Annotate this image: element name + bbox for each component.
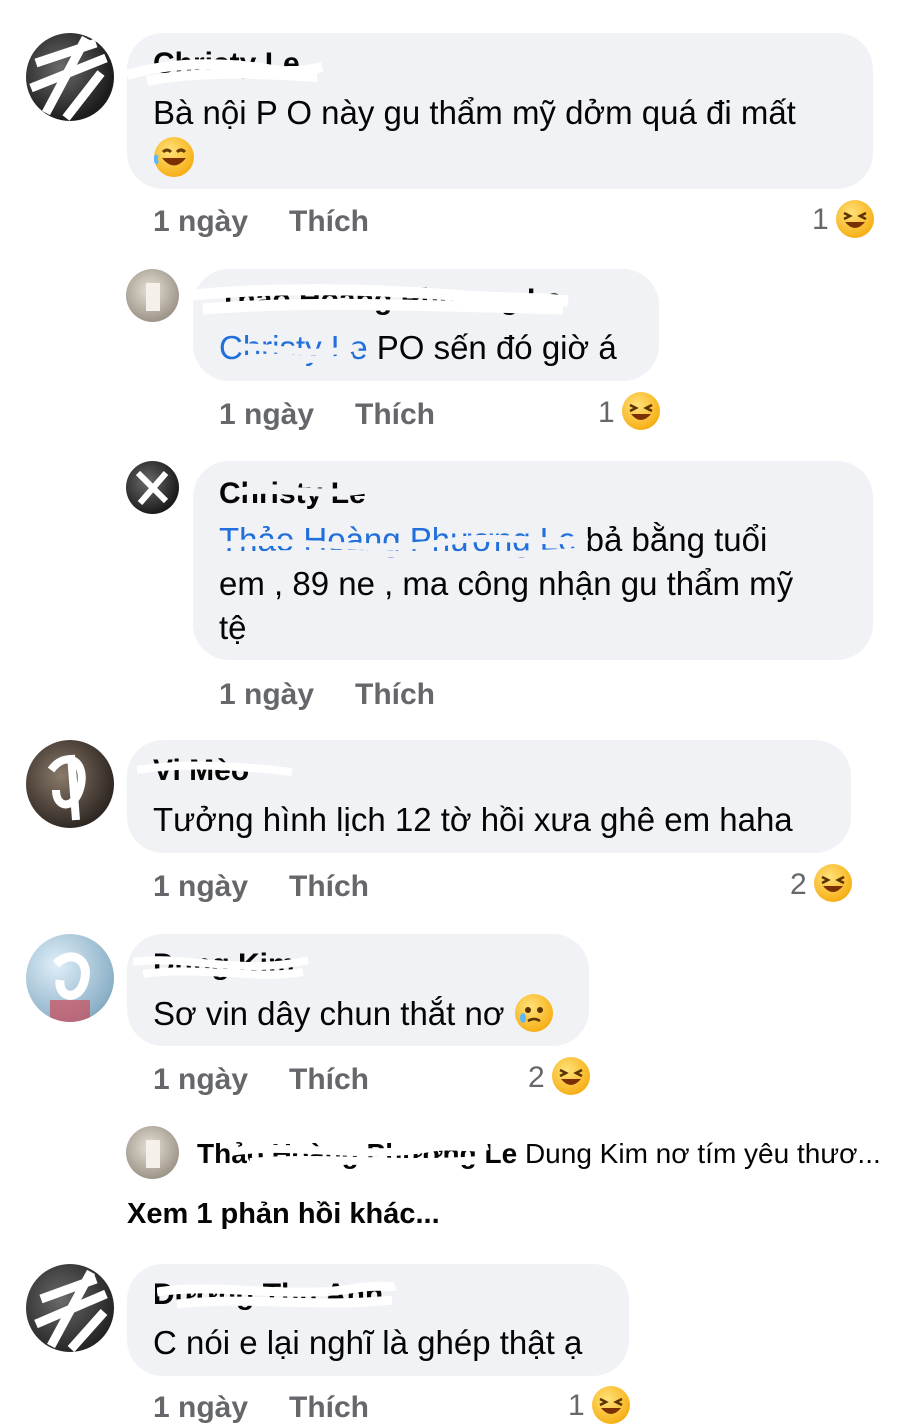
mention-link[interactable]: Christy Le: [219, 329, 368, 366]
comment-bubble[interactable]: Vi Mèo Tưởng hình lịch 12 tờ hồi xưa ghê…: [127, 740, 851, 853]
mention-link[interactable]: Thảo Hoàng Phương Le: [219, 521, 576, 558]
reaction-count[interactable]: 2: [790, 868, 807, 902]
comment-author[interactable]: Vi Mèo: [153, 754, 249, 788]
reaction-count[interactable]: 1: [812, 203, 829, 237]
like-button[interactable]: Thích: [289, 1063, 369, 1097]
reply-text: Thảo Hoàng Phương Le bả bằng tuổi em , 8…: [219, 521, 794, 646]
reaction-count[interactable]: 1: [598, 396, 615, 430]
laughing-emoji-icon[interactable]: [814, 864, 852, 902]
reaction-count[interactable]: 1: [568, 1389, 585, 1423]
comment-author[interactable]: Dương Thu Anh: [153, 1278, 383, 1312]
rolling-laughing-emoji-icon: [154, 137, 194, 177]
avatar[interactable]: [126, 1126, 179, 1179]
avatar[interactable]: [126, 461, 179, 514]
like-button[interactable]: Thích: [355, 398, 435, 432]
holding-back-tears-emoji-icon: [515, 994, 553, 1032]
comment-author[interactable]: Dung Kim: [153, 948, 295, 982]
like-button[interactable]: Thích: [355, 678, 435, 712]
reply-preview[interactable]: Thảo Hoàng Phương Le Dung Kim nơ tím yêu…: [197, 1138, 881, 1170]
reply-time: 1 ngày: [219, 678, 315, 711]
avatar[interactable]: [26, 33, 114, 121]
view-more-replies-link[interactable]: Xem 1 phản hồi khác...: [127, 1198, 440, 1231]
reply-preview-author[interactable]: Thảo Hoàng Phương Le: [197, 1138, 517, 1169]
comment-author[interactable]: Christy Le: [153, 47, 300, 81]
avatar[interactable]: [26, 740, 114, 828]
laughing-emoji-icon[interactable]: [622, 392, 660, 430]
reaction-count[interactable]: 2: [528, 1061, 545, 1095]
reply-bubble[interactable]: Christy Le Thảo Hoàng Phương Le bả bằng …: [193, 461, 873, 660]
laughing-emoji-icon[interactable]: [592, 1386, 630, 1424]
like-button[interactable]: Thích: [289, 870, 369, 904]
reply-preview-text: Dung Kim nơ tím yêu thươ...: [517, 1138, 881, 1169]
comment-text: Bà nội P O này gu thẩm mỹ dởm quá đi mất: [153, 94, 796, 131]
comment-bubble[interactable]: Christy Le Bà nội P O này gu thẩm mỹ dởm…: [127, 33, 873, 189]
comment-time: 1 ngày: [153, 1391, 249, 1424]
reply-author[interactable]: Christy Le: [219, 477, 366, 511]
reply-bubble[interactable]: Thảo Hoàng Phương Le Christy Le PO sến đ…: [193, 269, 659, 381]
avatar[interactable]: [26, 934, 114, 1022]
comment-time: 1 ngày: [153, 205, 249, 238]
comment-time: 1 ngày: [153, 870, 249, 903]
comment-bubble[interactable]: Dung Kim Sơ vin dây chun thắt nơ: [127, 934, 589, 1046]
like-button[interactable]: Thích: [289, 205, 369, 239]
avatar[interactable]: [126, 269, 179, 322]
comment-text: Tưởng hình lịch 12 tờ hồi xưa ghê em hah…: [153, 801, 793, 838]
like-button[interactable]: Thích: [289, 1391, 369, 1425]
comment-bubble[interactable]: Dương Thu Anh C nói e lại nghĩ là ghép t…: [127, 1264, 629, 1376]
reply-author[interactable]: Thảo Hoàng Phương Le: [219, 283, 562, 317]
comment-text: C nói e lại nghĩ là ghép thật ạ: [153, 1324, 583, 1361]
avatar[interactable]: [26, 1264, 114, 1352]
comment-text: Sơ vin dây chun thắt nơ: [153, 995, 505, 1032]
reply-time: 1 ngày: [219, 398, 315, 431]
comment-time: 1 ngày: [153, 1063, 249, 1096]
laughing-emoji-icon[interactable]: [836, 200, 874, 238]
laughing-emoji-icon[interactable]: [552, 1057, 590, 1095]
reply-text: Christy Le PO sến đó giờ á: [219, 329, 617, 366]
